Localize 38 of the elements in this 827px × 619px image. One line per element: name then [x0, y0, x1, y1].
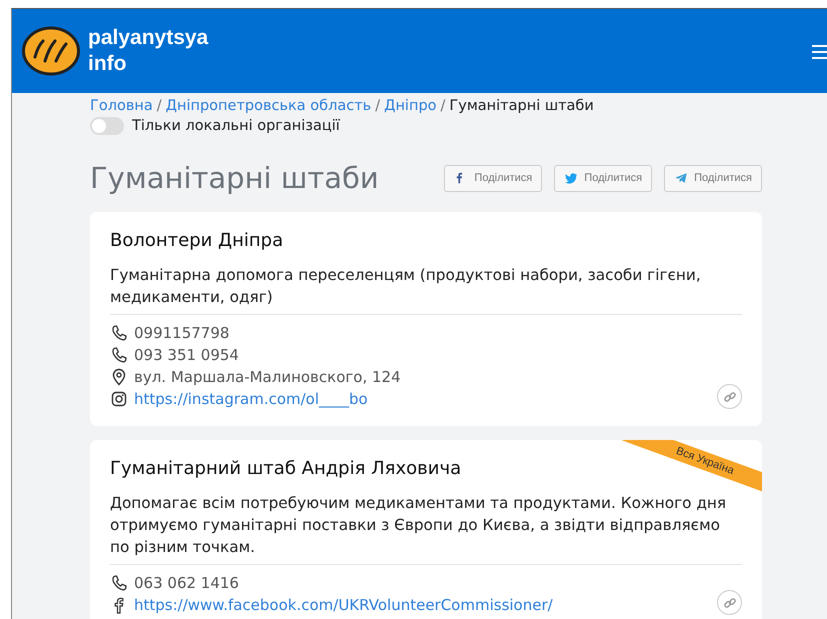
card-title: Гуманітарний штаб Андрія Ляховича [110, 457, 462, 481]
page-title: Гуманітарні штаби [90, 161, 379, 195]
phone-number: 0991157798 [134, 324, 230, 342]
card-description: Гуманітарна допомога переселенцям (продуктові набори, засоби гігєни, медикаменти, одяг) [110, 264, 742, 315]
phone-number: 063 062 1416 [134, 574, 239, 592]
link-icon [722, 390, 736, 404]
breadcrumb-separator: / [440, 97, 446, 116]
address-text: вул. Маршала-Малиновского, 124 [134, 368, 401, 386]
breadcrumb-link[interactable]: Дніпропетровська область [166, 95, 372, 117]
copy-link-button[interactable] [717, 384, 742, 409]
card-description: Допомагає всім потребуючим медикаментами та продуктами. Кожного дня отримуємо гуманітарні поставки з Європи до Києва, а звідти відправляємо по різним точкам. [110, 492, 742, 565]
breadcrumb-link[interactable]: Дніпро [384, 95, 437, 117]
share-button[interactable]: Поділитися [444, 164, 542, 192]
toggle-switch[interactable] [90, 117, 124, 135]
phone-number: 093 351 0954 [134, 346, 239, 364]
phone-icon [110, 574, 128, 592]
location-pin-icon [110, 368, 128, 386]
breadcrumb-link[interactable]: Головна [90, 95, 153, 117]
paper-plane-icon [674, 171, 688, 185]
site-name-suffix[interactable]: info [88, 51, 208, 77]
site-name[interactable]: palyanytsya [88, 25, 208, 51]
toggle-label: Тільки локальні організації [132, 118, 340, 134]
share-button[interactable]: Поділитися [554, 164, 652, 192]
phone-icon [110, 324, 128, 342]
breadcrumb-current: Гуманітарні штаби [449, 97, 594, 116]
bread-logo-icon [22, 26, 80, 76]
share-button[interactable]: Поділитися [664, 164, 762, 192]
contact-link[interactable]: https://instagram.com/ol____bo [134, 390, 368, 408]
breadcrumb-separator: / [156, 97, 162, 116]
card-title: Волонтери Дніпра [110, 229, 284, 253]
phone-icon [110, 346, 128, 364]
bird-icon [564, 171, 578, 185]
link-icon [722, 596, 736, 610]
instagram-icon [110, 390, 128, 408]
copy-link-button[interactable] [717, 590, 742, 615]
contact-link[interactable]: https://www.facebook.com/UKRVolunteerCommissioner/ [134, 596, 553, 614]
breadcrumb-separator: / [375, 97, 380, 116]
menu-icon[interactable] [812, 45, 827, 59]
